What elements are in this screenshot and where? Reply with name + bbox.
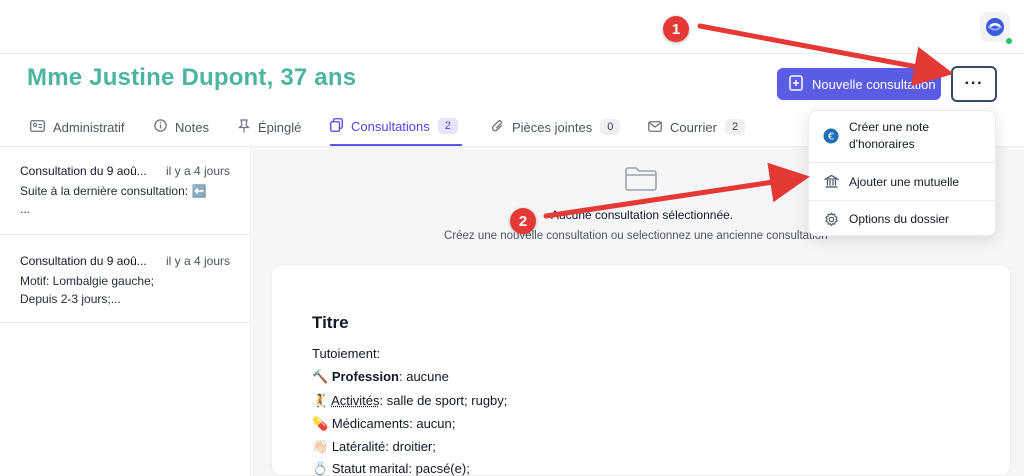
- add-document-icon: [789, 75, 803, 94]
- consultation-preview: Suite à la dernière consultation: ⬅️: [20, 184, 230, 198]
- consultation-date: il y a 4 jours: [166, 254, 230, 268]
- folder-options-item[interactable]: Options du dossier: [809, 201, 997, 237]
- consultation-preview-more: ...: [20, 202, 230, 216]
- tab-label: Pièces jointes: [512, 120, 592, 135]
- count-badge: 0: [600, 119, 620, 135]
- bank-icon: [823, 173, 839, 189]
- note-line-label: Profession: [332, 369, 399, 384]
- tab-epingle[interactable]: Épinglé: [238, 108, 301, 146]
- pill-icon: 💊: [312, 416, 328, 431]
- tab-label: Notes: [175, 120, 209, 135]
- id-card-icon: [30, 119, 45, 135]
- tab-label: Administratif: [53, 120, 125, 135]
- tab-pieces-jointes[interactable]: Pièces jointes 0: [492, 108, 620, 146]
- info-icon: [154, 119, 167, 135]
- note-line-label: Activités: [331, 393, 379, 408]
- consultation-date: il y a 4 jours: [166, 164, 230, 178]
- new-consultation-label: Nouvelle consultation: [812, 77, 936, 92]
- count-badge: 2: [438, 118, 458, 134]
- note-line-lateralite: 👋🏻 Latéralité: droitier;: [312, 439, 436, 455]
- add-mutuelle-item[interactable]: Ajouter une mutuelle: [809, 163, 997, 200]
- note-line-medicaments: 💊 Médicaments: aucun;: [312, 416, 455, 432]
- menu-label-line1: Créer une note: [849, 120, 929, 134]
- annotation-badge-1: 1: [663, 16, 689, 42]
- empty-state-subtitle: Créez une nouvelle consultation ou selec…: [444, 230, 828, 242]
- note-line-value: Statut marital: pacsé(e);: [332, 461, 470, 476]
- tab-bar: Administratif Notes Épinglé Consultation…: [0, 108, 770, 146]
- empty-state-title: Aucune consultation sélectionnée.: [551, 208, 733, 222]
- more-menu: € Créer une note d'honoraires Ajouter un…: [808, 110, 996, 236]
- menu-label: Ajouter une mutuelle: [849, 174, 959, 191]
- note-line-value: Médicaments: aucun;: [332, 416, 456, 431]
- note-line-activites: 🤾 Activités: salle de sport; rugby;: [312, 393, 507, 409]
- ring-icon: 💍: [312, 461, 328, 476]
- new-consultation-button[interactable]: Nouvelle consultation: [777, 68, 941, 100]
- svg-text:€: €: [828, 132, 834, 143]
- more-button[interactable]: ···: [951, 66, 997, 102]
- paperclip-icon: [492, 119, 504, 136]
- note-title: Titre: [312, 313, 349, 333]
- count-badge: 2: [725, 119, 745, 135]
- tab-notes[interactable]: Notes: [154, 108, 209, 146]
- consultation-title: Consultation du 9 aoû...: [20, 254, 147, 268]
- top-bar: [0, 0, 1024, 54]
- consultation-item[interactable]: Consultation du 9 aoû... il y a 4 jours …: [0, 235, 250, 323]
- online-status-dot: [1004, 36, 1014, 46]
- menu-label: Options du dossier: [849, 211, 949, 228]
- more-dots-icon: ···: [965, 75, 984, 93]
- copy-icon: [330, 118, 343, 135]
- note-line-value: Latéralité: droitier;: [332, 439, 436, 454]
- tab-label: Consultations: [351, 119, 430, 134]
- mail-icon: [648, 120, 662, 135]
- sport-icon: 🤾: [312, 393, 328, 408]
- pin-icon: [238, 119, 250, 136]
- consultation-list: Consultation du 9 aoû... il y a 4 jours …: [0, 147, 251, 476]
- note-line-statut: 💍 Statut marital: pacsé(e);: [312, 461, 470, 476]
- tab-label: Courrier: [670, 120, 717, 135]
- tab-courrier[interactable]: Courrier 2: [648, 108, 745, 146]
- menu-label-line2: d'honoraires: [849, 137, 915, 151]
- tab-administratif[interactable]: Administratif: [30, 108, 125, 146]
- note-line-value: : salle de sport; rugby;: [380, 393, 508, 408]
- note-tutoiement: Tutoiement:: [312, 346, 380, 361]
- hand-icon: 👋🏻: [312, 439, 328, 454]
- note-line-profession: 🔨 Profession: aucune: [312, 369, 449, 385]
- consultation-preview: Motif: Lombalgie gauche;: [20, 274, 230, 288]
- tab-consultations[interactable]: Consultations 2: [330, 108, 462, 146]
- gear-icon: [823, 211, 839, 227]
- create-fee-note-item[interactable]: € Créer une note d'honoraires: [809, 111, 997, 161]
- annotation-badge-2: 2: [510, 208, 536, 234]
- consultation-title: Consultation du 9 aoû...: [20, 164, 147, 178]
- patient-name: Mme Justine Dupont, 37 ans: [27, 64, 356, 92]
- folder-icon: [624, 166, 658, 197]
- euro-icon: €: [823, 128, 839, 144]
- consultation-item[interactable]: Consultation du 9 aoû... il y a 4 jours …: [0, 147, 250, 235]
- consultation-preview-more: Depuis 2-3 jours;...: [20, 292, 230, 306]
- tab-label: Épinglé: [258, 120, 301, 135]
- note-line-value: : aucune: [399, 369, 449, 384]
- hammer-icon: 🔨: [312, 369, 328, 384]
